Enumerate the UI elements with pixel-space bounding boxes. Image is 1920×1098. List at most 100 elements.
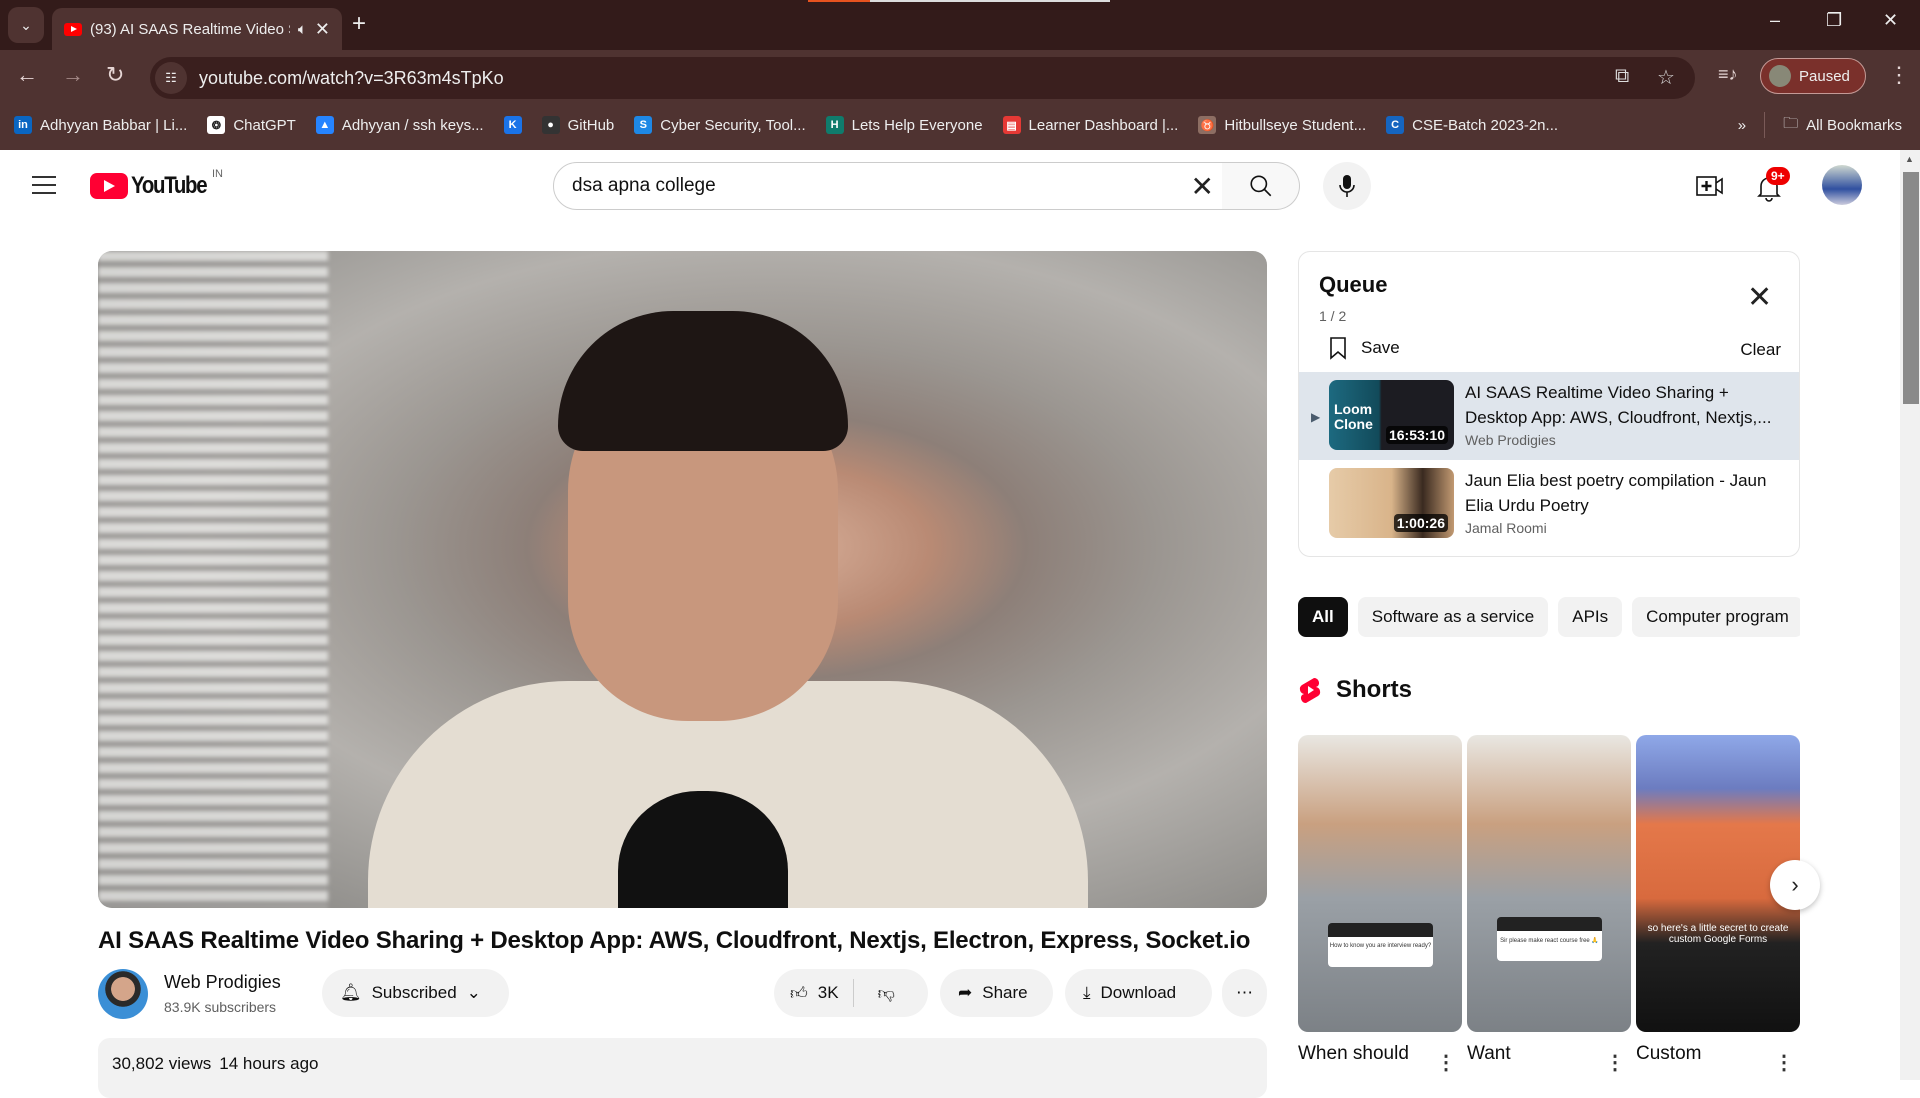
share-button[interactable]: ➦ Share (940, 969, 1053, 1017)
bookmark-item[interactable]: H Lets Help Everyone (825, 116, 983, 134)
chip-software-as-a-service[interactable]: Software as a service (1357, 597, 1549, 637)
clear-search-icon[interactable]: ✕ (1191, 170, 1214, 203)
more-actions-button[interactable]: ⋯ (1222, 969, 1267, 1017)
subscriber-count: 83.9K subscribers (164, 999, 277, 1015)
short-title[interactable]: Want (1467, 1043, 1511, 1065)
download-button[interactable]: ⤓ Download (1065, 969, 1212, 1017)
profile-status: Paused (1799, 67, 1850, 85)
bookmark-item[interactable]: ▲ Adhyyan / ssh keys... (315, 116, 484, 134)
queue-panel: Queue 1 / 2 ✕ Save Clear ▶ Loom Clone 16… (1298, 251, 1800, 557)
user-avatar[interactable] (1822, 165, 1862, 205)
create-video-icon[interactable] (1696, 174, 1724, 203)
bookmark-item[interactable]: ♉ Hitbullseye Student... (1198, 116, 1366, 134)
shorts-logo-icon (1299, 678, 1321, 703)
bookmark-label: Hitbullseye Student... (1224, 116, 1367, 134)
short-card[interactable]: Sir please make react course free 🙏 (1467, 735, 1631, 1032)
forward-button[interactable]: → (62, 62, 84, 88)
site-info-icon[interactable]: ☷ (155, 62, 187, 94)
short-card[interactable]: How to know you are interview ready? (1298, 735, 1462, 1032)
short-title[interactable]: When should (1298, 1043, 1409, 1065)
short-menu-icon[interactable]: ⋮ (1774, 1050, 1794, 1075)
channel-avatar[interactable] (98, 969, 148, 1019)
open-in-app-icon[interactable]: ⧉ (1615, 65, 1629, 88)
bookmark-label: Cyber Security, Tool... (660, 116, 806, 134)
close-queue-icon[interactable]: ✕ (1747, 280, 1772, 315)
queue-item[interactable]: 1:00:26 Jaun Elia best poetry compilatio… (1299, 460, 1799, 548)
bookmark-item[interactable]: ▤ Learner Dashboard |... (1002, 116, 1179, 134)
scrollbar-thumb[interactable] (1903, 172, 1919, 404)
speaker-icon[interactable]: 🔈︎ (298, 21, 307, 38)
chip-apis[interactable]: APIs (1558, 597, 1623, 637)
shorts-title: Shorts (1336, 676, 1413, 703)
browser-tab-active[interactable]: (93) AI SAAS Realtime Video Sharing + De… (52, 8, 342, 50)
close-tab-icon[interactable]: ✕ (315, 19, 330, 40)
bookmark-item[interactable]: ● GitHub (541, 116, 615, 134)
shorts-next-button[interactable]: › (1770, 860, 1820, 910)
bookmark-label: GitHub (567, 116, 615, 134)
description-box[interactable]: 30,802 views 14 hours ago (98, 1038, 1267, 1098)
queue-item-title: Jaun Elia best poetry compilation - Jaun… (1465, 471, 1767, 515)
video-player[interactable] (98, 251, 1267, 908)
restore-button[interactable]: ❐ (1826, 10, 1842, 31)
more-horizontal-icon: ⋯ (1236, 983, 1253, 1002)
microphone-icon (1339, 175, 1355, 197)
bookmark-star-icon[interactable]: ☆ (1657, 65, 1675, 90)
chip-all[interactable]: All (1298, 597, 1348, 637)
back-button[interactable]: ← (16, 62, 38, 88)
youtube-logo[interactable]: YouTube IN (90, 168, 223, 200)
bookmarks-bar: in Adhyyan Babbar | Li... ❂ ChatGPT ▲ Adhyyan… (0, 100, 1920, 150)
clear-queue-button[interactable]: Clear (1740, 340, 1781, 360)
short-title[interactable]: Custom (1636, 1043, 1701, 1065)
minimize-button[interactable]: – (1770, 10, 1780, 31)
subscribed-label: Subscribed (371, 983, 457, 1002)
browser-menu-icon[interactable]: ⋮ (1888, 62, 1910, 88)
hh-icon: H (825, 116, 844, 134)
subscribed-button[interactable]: 🔔︎ Subscribed ⌄ (322, 969, 509, 1017)
save-label: Save (1361, 338, 1400, 357)
bookmark-item[interactable]: C CSE-Batch 2023-2n... (1386, 116, 1558, 134)
close-window-button[interactable]: ✕ (1883, 10, 1898, 31)
bookmark-label: Learner Dashboard |... (1028, 116, 1179, 134)
channel-name[interactable]: Web Prodigies (164, 972, 281, 993)
page-scrollbar[interactable]: ▲ (1900, 150, 1920, 1080)
like-button[interactable]: 👍︎ 3K (774, 979, 854, 1007)
profile-button[interactable]: Paused (1760, 58, 1866, 94)
short-menu-icon[interactable]: ⋮ (1605, 1050, 1625, 1075)
c-icon: C (1386, 116, 1405, 134)
bookmark-item[interactable]: in Adhyyan Babbar | Li... (14, 116, 187, 134)
new-tab-button[interactable]: + (352, 10, 366, 38)
video-title: AI SAAS Realtime Video Sharing + Desktop… (98, 927, 1251, 954)
more-bookmarks-icon[interactable]: » (1738, 117, 1746, 134)
notification-badge: 9+ (1766, 167, 1790, 185)
search-value[interactable]: dsa apna college (572, 175, 716, 197)
voice-search-button[interactable] (1323, 162, 1371, 210)
bookmark-label: ChatGPT (233, 116, 296, 134)
chevron-right-icon: › (1791, 872, 1799, 897)
bookmark-item[interactable]: ❂ ChatGPT (207, 116, 296, 134)
address-bar[interactable]: ☷ youtube.com/watch?v=3R63m4sTpKo ⧉ ☆ (150, 57, 1695, 99)
menu-icon[interactable] (32, 176, 56, 200)
bookmark-item[interactable]: K (503, 116, 522, 134)
save-queue-button[interactable]: Save (1329, 336, 1400, 360)
bookmark-item[interactable]: S Cyber Security, Tool... (634, 116, 806, 134)
thumbs-up-icon: 👍︎ (790, 983, 808, 1003)
search-input[interactable]: dsa apna college ✕ (553, 162, 1223, 210)
k-icon: K (503, 116, 522, 134)
chip-computer-program[interactable]: Computer program (1632, 597, 1800, 637)
url-text[interactable]: youtube.com/watch?v=3R63m4sTpKo (199, 68, 504, 89)
chevron-down-icon: ⌄ (466, 983, 481, 1002)
bell-icon: 🔔︎ (340, 983, 362, 1002)
search-button[interactable] (1222, 162, 1300, 210)
short-overlay-text: so here's a little secret to create cust… (1647, 923, 1789, 945)
short-menu-icon[interactable]: ⋮ (1436, 1050, 1456, 1075)
queue-item-channel: Web Prodigies (1465, 432, 1556, 448)
video-duration: 1:00:26 (1393, 514, 1448, 532)
tab-search-button[interactable]: ⌄ (8, 7, 44, 43)
all-bookmarks-button[interactable]: 🗀 All Bookmarks (1783, 113, 1902, 138)
queue-item[interactable]: ▶ Loom Clone 16:53:10 AI SAAS Realtime V… (1299, 372, 1799, 460)
media-controls-icon[interactable]: ≡♪ (1718, 64, 1738, 85)
scroll-up-arrow-icon[interactable]: ▲ (1905, 154, 1914, 164)
dislike-button[interactable]: 👎︎ (864, 983, 909, 1004)
reload-button[interactable]: ↻ (106, 62, 124, 88)
queue-thumbnail: 1:00:26 (1329, 468, 1454, 538)
